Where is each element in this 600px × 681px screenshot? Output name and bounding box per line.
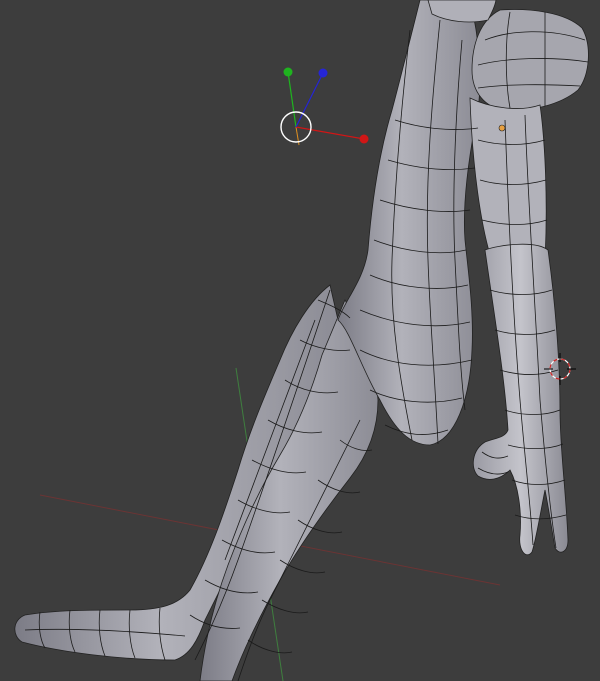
manipulator-y-handle[interactable] — [283, 67, 293, 77]
3d-viewport[interactable] — [0, 0, 600, 681]
arm-mesh — [472, 243, 569, 556]
transform-manipulator[interactable] — [280, 67, 369, 146]
neck-mesh — [469, 97, 547, 271]
character-mesh[interactable] — [14, 0, 589, 681]
object-origin-dot — [498, 124, 506, 132]
viewport-canvas[interactable] — [0, 0, 600, 681]
manipulator-z-axis[interactable] — [295, 72, 324, 128]
manipulator-x-handle[interactable] — [359, 134, 369, 144]
manipulator-z-handle[interactable] — [318, 68, 328, 78]
manipulator-y-axis[interactable] — [287, 71, 297, 128]
